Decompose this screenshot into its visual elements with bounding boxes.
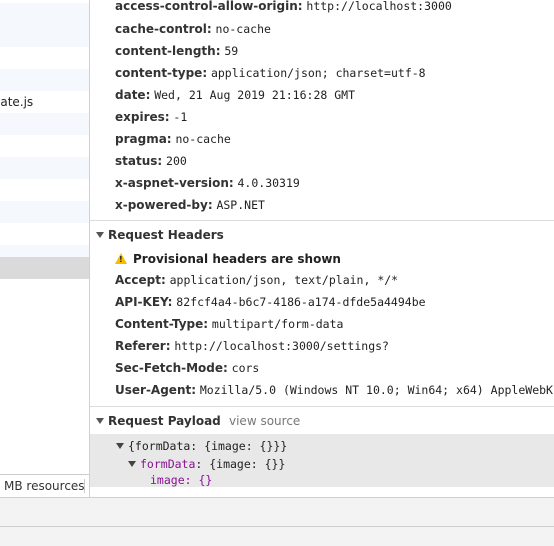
header-key: content-length: [115, 44, 221, 58]
request-row[interactable] [0, 113, 89, 135]
header-value: ASP.NET [216, 198, 265, 212]
payload-root-text: {formData: {image: {}}} [128, 439, 288, 453]
request-row[interactable] [0, 135, 89, 157]
header-value: 200 [166, 154, 187, 168]
response-header-row: content-type: application/json; charset=… [115, 66, 426, 80]
header-value: -1 [173, 110, 188, 124]
header-value: no-cache [175, 132, 231, 146]
header-key: API-KEY: [115, 295, 173, 309]
response-header-row: status: 200 [115, 154, 187, 168]
warning-icon: ! [115, 253, 127, 264]
network-summary-bar: MB resources [0, 474, 89, 497]
expand-triangle-icon [96, 232, 104, 238]
expand-triangle-icon [128, 461, 136, 467]
header-value: Wed, 21 Aug 2019 21:16:28 GMT [154, 88, 355, 102]
header-value: application/json, text/plain, */* [169, 273, 399, 287]
devtools-bottom-bar [0, 497, 554, 546]
bottom-divider [0, 526, 554, 527]
payload-tree: {formData: {image: {}}} formData: {image… [90, 434, 554, 487]
summary-divider [84, 479, 85, 493]
header-key: Sec-Fetch-Mode: [115, 361, 228, 375]
header-value: cors [231, 361, 260, 375]
view-source-link[interactable]: view source [229, 414, 300, 428]
request-list-pane: late.js MB resources [0, 0, 89, 497]
request-row[interactable] [0, 201, 89, 223]
header-key: date: [115, 88, 151, 102]
response-header-row: x-powered-by: ASP.NET [115, 198, 265, 212]
header-key: cache-control: [115, 22, 212, 36]
header-key: User-Agent: [115, 383, 197, 397]
section-divider [90, 220, 554, 221]
request-row[interactable]: late.js [0, 91, 89, 113]
request-headers-toggle[interactable]: Request Headers [96, 228, 224, 242]
request-header-row: Sec-Fetch-Mode: cors [115, 361, 259, 375]
request-header-row: Referer: http://localhost:3000/settings? [115, 339, 389, 353]
response-header-row: expires: -1 [115, 110, 187, 124]
headers-pane: access-control-allow-origin: http://loca… [90, 0, 554, 497]
response-header-row: content-length: 59 [115, 44, 238, 58]
request-row[interactable] [0, 47, 89, 69]
header-value: Mozilla/5.0 (Windows NT 10.0; Win64; x64… [199, 383, 554, 397]
expand-triangle-icon [116, 443, 124, 449]
formdata-value: : {image: {}} [195, 457, 286, 471]
header-value: no-cache [215, 22, 271, 36]
request-row-selected[interactable] [0, 257, 89, 279]
header-key: content-type: [115, 66, 208, 80]
resources-summary: MB resources [4, 479, 85, 493]
header-value: 59 [224, 44, 239, 58]
header-value: multipart/form-data [211, 317, 344, 331]
section-divider [90, 406, 554, 407]
header-value: http://localhost:3000/settings? [174, 339, 389, 353]
request-header-row: Accept: application/json, text/plain, */… [115, 273, 398, 287]
request-header-row: User-Agent: Mozilla/5.0 (Windows NT 10.0… [115, 383, 554, 397]
warning-text: Provisional headers are shown [133, 252, 341, 266]
header-key: status: [115, 154, 163, 168]
header-value: 82fcf4a4-b6c7-4186-a174-dfde5a4494be [176, 295, 426, 309]
response-header-row: x-aspnet-version: 4.0.30319 [115, 176, 300, 190]
header-key: Content-Type: [115, 317, 209, 331]
expand-triangle-icon [96, 418, 104, 424]
request-row[interactable] [0, 157, 89, 179]
request-payload-title: Request Payload [108, 414, 221, 428]
payload-formdata-node[interactable]: formData: {image: {}} [128, 457, 285, 471]
header-key: access-control-allow-origin: [115, 0, 303, 13]
header-key: x-powered-by: [115, 198, 213, 212]
request-name: late.js [0, 95, 34, 109]
request-payload-toggle[interactable]: Request Payload [96, 414, 221, 428]
request-row[interactable] [0, 69, 89, 91]
header-value: http://localhost:3000 [306, 0, 452, 13]
header-key: Referer: [115, 339, 171, 353]
header-key: expires: [115, 110, 170, 124]
request-headers-title: Request Headers [108, 228, 224, 242]
request-row[interactable] [0, 25, 89, 47]
response-header-row: pragma: no-cache [115, 132, 231, 146]
header-key: pragma: [115, 132, 172, 146]
header-key: Accept: [115, 273, 166, 287]
request-row[interactable] [0, 223, 89, 245]
header-value: application/json; charset=utf-8 [210, 66, 426, 80]
request-header-row: Content-Type: multipart/form-data [115, 317, 343, 331]
response-header-row: cache-control: no-cache [115, 22, 271, 36]
request-header-row: API-KEY: 82fcf4a4-b6c7-4186-a174-dfde5a4… [115, 295, 426, 309]
payload-root-node[interactable]: {formData: {image: {}}} [116, 439, 287, 453]
formdata-key: formData [140, 457, 196, 471]
response-header-row: access-control-allow-origin: http://loca… [115, 0, 452, 13]
provisional-headers-warning: ! Provisional headers are shown [115, 252, 341, 266]
request-row[interactable] [0, 3, 89, 25]
payload-image-node: image: {} [150, 473, 213, 487]
request-row[interactable] [0, 179, 89, 201]
response-header-row: date: Wed, 21 Aug 2019 21:16:28 GMT [115, 88, 355, 102]
header-key: x-aspnet-version: [115, 176, 234, 190]
header-value: 4.0.30319 [237, 176, 300, 190]
